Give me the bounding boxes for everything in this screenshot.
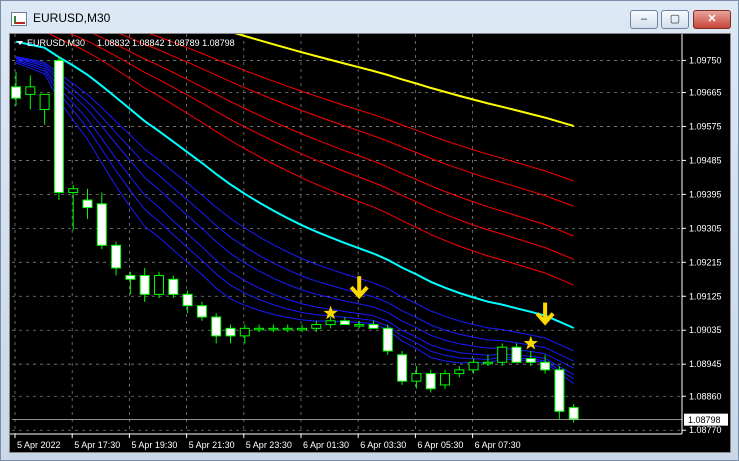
candle-body [139, 275, 150, 295]
candle-body [425, 373, 436, 390]
candle-body [454, 369, 465, 375]
candle-body [125, 275, 136, 280]
candle-body [239, 327, 250, 337]
legend-ohlc: 1.08832 1.08842 1.08789 1.08798 [97, 38, 235, 48]
price-chart: 1.09750 1.09665 1.09575 1.09485 1.09395 1.093… [10, 34, 728, 450]
time-tick-label: 5 Apr 17:30 [74, 440, 120, 450]
time-tick-label: 6 Apr 01:30 [303, 440, 349, 450]
candle-body [82, 199, 93, 209]
price-tick-label: 1.09485 [689, 155, 722, 165]
candle-body [325, 320, 336, 326]
candle-body [554, 369, 565, 412]
chart-app-icon [11, 12, 27, 26]
signals [323, 276, 555, 350]
candle-body [96, 203, 107, 246]
candle-body [225, 327, 236, 337]
price-tick-label: 1.09395 [689, 189, 722, 199]
price-tick-label: 1.09665 [689, 87, 722, 97]
chart-area[interactable]: 1.09750 1.09665 1.09575 1.09485 1.09395 1.093… [9, 33, 731, 453]
candle-body [211, 316, 222, 337]
candle-body [397, 354, 408, 382]
time-tick-label: 5 Apr 21:30 [189, 440, 235, 450]
signal-arrow-down-icon [349, 276, 369, 300]
axes: 1.09750 1.09665 1.09575 1.09485 1.09395 1.093… [10, 34, 728, 450]
candle-body [468, 361, 479, 371]
price-tick-label: 1.09215 [689, 257, 722, 267]
price-tick-label: 1.09750 [689, 55, 722, 65]
minimize-button[interactable]: ‒ [630, 10, 658, 29]
signal-arrow-down-icon [535, 302, 555, 326]
candle-body [39, 93, 50, 110]
candle-body [339, 320, 350, 326]
candle-body [368, 324, 379, 329]
candle-body [354, 324, 365, 327]
chart-window: EURUSD,M30 ‒ ▢ ✕ 1.09750 1.09665 1.09575 1.… [0, 0, 739, 461]
ma-cyan-line [15, 40, 575, 329]
time-tick-label: 6 Apr 05:30 [417, 440, 463, 450]
price-tick-label: 1.09305 [689, 223, 722, 233]
time-tick-label: 5 Apr 23:30 [246, 440, 292, 450]
candle-body [311, 324, 322, 329]
price-tick-label: 1.09035 [689, 325, 722, 335]
title-bar[interactable]: EURUSD,M30 ‒ ▢ ✕ [1, 1, 738, 33]
time-tick-label: 6 Apr 07:30 [475, 440, 521, 450]
chart-legend: EURUSD,M30 1.08832 1.08842 1.08789 1.087… [17, 38, 235, 48]
candle-body [382, 327, 393, 352]
candle-body [482, 361, 493, 365]
close-button[interactable]: ✕ [693, 10, 731, 29]
time-tick-label: 6 Apr 03:30 [360, 440, 406, 450]
candle-body [511, 346, 522, 363]
candle-body [440, 373, 450, 386]
price-tick-label: 1.08860 [689, 391, 722, 401]
price-tick-label: 1.08770 [689, 425, 722, 435]
candle-body [268, 327, 279, 331]
signal-star-icon [523, 335, 538, 350]
candle-body [254, 327, 265, 331]
candle-body [297, 327, 307, 331]
candle-body [411, 373, 422, 382]
candle-body [568, 407, 579, 420]
ma-red-line [119, 34, 574, 207]
time-tick-label: 5 Apr 2022 [17, 440, 61, 450]
legend-symbol: EURUSD,M30 [27, 38, 85, 48]
window-title: EURUSD,M30 [33, 11, 111, 25]
candle-body [497, 346, 508, 363]
candle-body [11, 86, 21, 99]
price-tick-label: 1.08945 [689, 359, 722, 369]
maximize-button[interactable]: ▢ [661, 10, 689, 29]
candle-body [68, 188, 79, 193]
candle-body [111, 244, 122, 269]
candle-body [196, 305, 207, 318]
candle-body [154, 275, 164, 295]
candle-body [168, 278, 179, 295]
candle-body [53, 59, 64, 193]
candle-body [182, 293, 193, 307]
current-price-label: 1.08798 [688, 415, 721, 425]
candle-body [525, 358, 536, 363]
candle-body [282, 327, 293, 331]
candle-body [540, 361, 551, 371]
price-tick-label: 1.09125 [689, 291, 722, 301]
candle-body [25, 86, 36, 95]
time-tick-label: 5 Apr 19:30 [131, 440, 177, 450]
price-tick-label: 1.09575 [689, 121, 722, 131]
